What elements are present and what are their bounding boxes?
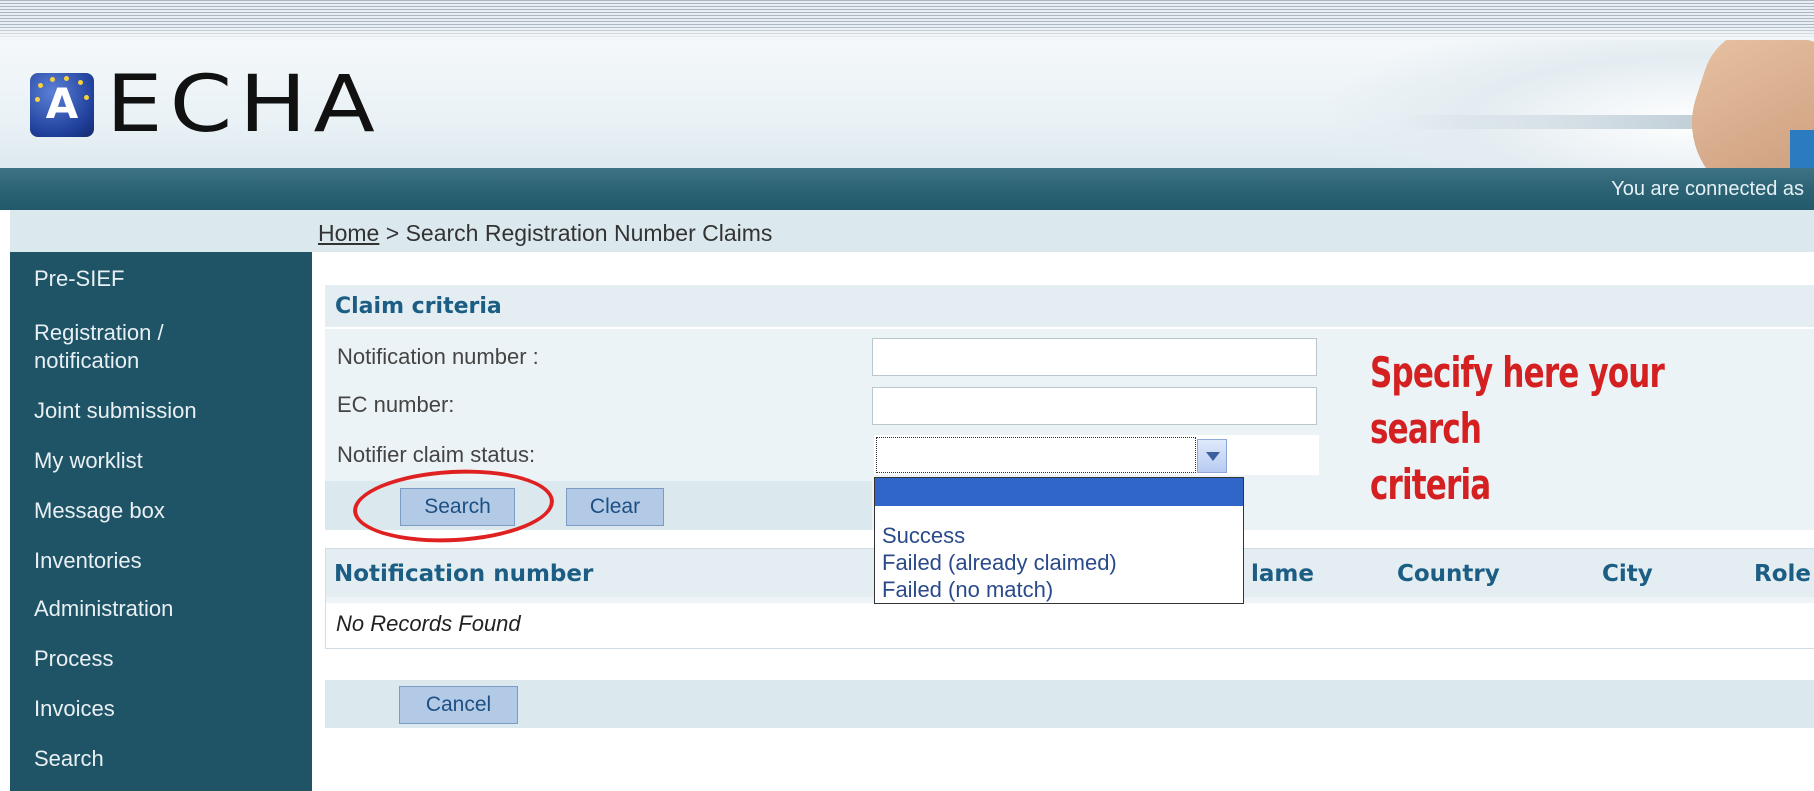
breadcrumb-home-link[interactable]: Home bbox=[318, 220, 379, 246]
criteria-button-row: Search Clear bbox=[325, 481, 872, 530]
claim-criteria-header: Claim criteria bbox=[325, 285, 1814, 329]
header-stripes bbox=[0, 0, 1814, 40]
dropdown-option-success[interactable]: Success bbox=[875, 522, 1243, 549]
chevron-down-icon[interactable] bbox=[1197, 439, 1227, 473]
notification-number-input[interactable] bbox=[872, 338, 1317, 376]
sidebar-item-my-worklist[interactable]: My worklist bbox=[10, 448, 143, 474]
sidebar-item-invoices[interactable]: Invoices bbox=[10, 696, 115, 722]
connection-status: You are connected as bbox=[1611, 178, 1804, 200]
sidebar-item-pre-sief[interactable]: Pre-SIEF bbox=[10, 266, 124, 292]
notifier-claim-status-select[interactable] bbox=[874, 435, 1319, 475]
sidebar-item-joint-submission[interactable]: Joint submission bbox=[10, 398, 197, 424]
banner-illustration bbox=[1334, 40, 1814, 170]
status-select-field[interactable] bbox=[876, 437, 1196, 473]
column-header-name[interactable]: lame bbox=[1251, 559, 1314, 589]
sidebar-item-inventories[interactable]: Inventories bbox=[10, 548, 142, 574]
breadcrumb-separator: > bbox=[379, 220, 406, 246]
search-button[interactable]: Search bbox=[400, 488, 515, 526]
header-banner: A ECHA bbox=[0, 40, 1814, 170]
sidebar-item-process[interactable]: Process bbox=[10, 646, 113, 672]
ec-number-input[interactable] bbox=[872, 387, 1317, 425]
column-header-notification-number[interactable]: Notification number bbox=[334, 559, 593, 589]
sidebar-item-administration[interactable]: Administration bbox=[10, 596, 173, 622]
ec-number-label: EC number: bbox=[337, 392, 455, 417]
search-criteria-annotation: Specify here your search criteria bbox=[1370, 345, 1739, 513]
logo-text: ECHA bbox=[106, 60, 382, 150]
clear-button[interactable]: Clear bbox=[566, 488, 664, 526]
annotation-line-2: criteria bbox=[1370, 460, 1491, 509]
cancel-button[interactable]: Cancel bbox=[399, 686, 518, 724]
no-records-message: No Records Found bbox=[336, 611, 521, 636]
annotation-line-1: Specify here your search bbox=[1370, 348, 1665, 453]
notification-number-label: Notification number : bbox=[337, 344, 539, 369]
dropdown-option-failed-no-match[interactable]: Failed (no match) bbox=[875, 576, 1243, 603]
breadcrumb-current: Search Registration Number Claims bbox=[405, 220, 773, 246]
claim-criteria-title: Claim criteria bbox=[335, 294, 502, 319]
sidebar-item-message-box[interactable]: Message box bbox=[10, 498, 165, 524]
column-header-country[interactable]: Country bbox=[1397, 559, 1500, 589]
sidebar-item-search[interactable]: Search bbox=[10, 746, 104, 772]
column-header-role[interactable]: Role bbox=[1754, 559, 1811, 589]
cancel-button-row: Cancel bbox=[325, 680, 1814, 728]
breadcrumb: Home > Search Registration Number Claims bbox=[318, 218, 772, 248]
breadcrumb-bar bbox=[10, 210, 1814, 252]
notifier-claim-status-label: Notifier claim status: bbox=[337, 442, 536, 467]
sidebar-item-registration-line2[interactable]: notification bbox=[10, 348, 139, 374]
echa-logo[interactable]: A ECHA bbox=[30, 65, 375, 145]
top-status-bar: You are connected as bbox=[0, 168, 1814, 210]
echa-emblem-icon: A bbox=[30, 73, 94, 137]
dropdown-option-empty[interactable] bbox=[875, 478, 1243, 506]
dropdown-option-failed-already-claimed[interactable]: Failed (already claimed) bbox=[875, 549, 1243, 576]
sidebar-item-registration[interactable]: Registration / bbox=[10, 320, 164, 346]
status-dropdown-list: Success Failed (already claimed) Failed … bbox=[874, 477, 1244, 604]
column-header-city[interactable]: City bbox=[1602, 559, 1653, 589]
sidebar-nav: Pre-SIEF Registration / notification Joi… bbox=[10, 252, 312, 791]
